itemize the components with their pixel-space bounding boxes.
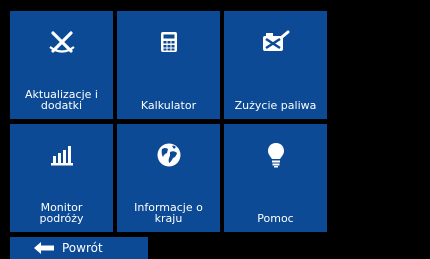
calculator-icon xyxy=(117,28,220,56)
tile-trip-monitor[interactable]: Monitor podróży xyxy=(10,124,113,232)
tile-country-info[interactable]: Informacje o kraju xyxy=(117,124,220,232)
tile-trip-monitor-label: Monitor podróży xyxy=(39,201,84,225)
tile-calculator-label: Kalkulator xyxy=(140,99,197,112)
trip-monitor-bar-chart-icon xyxy=(10,141,113,169)
tile-calculator[interactable]: Kalkulator xyxy=(117,11,220,119)
tile-help[interactable]: Pomoc xyxy=(224,124,327,232)
fuel-consumption-icon xyxy=(224,28,327,56)
tile-fuel-consumption[interactable]: Zużycie paliwa xyxy=(224,11,327,119)
tile-help-label: Pomoc xyxy=(257,212,294,225)
lightbulb-icon xyxy=(224,141,327,169)
menu-screen: Aktualizacje i dodatki Kalkulator Zużyci… xyxy=(0,0,430,259)
tile-fuel-consumption-label: Zużycie paliwa xyxy=(234,99,317,112)
tools-update-icon xyxy=(10,28,113,56)
tile-country-info-label: Informacje o kraju xyxy=(134,201,203,225)
back-button[interactable]: Powrót xyxy=(10,237,148,259)
back-button-label: Powrót xyxy=(62,241,103,255)
tile-updates-addons[interactable]: Aktualizacje i dodatki xyxy=(10,11,113,119)
back-arrow-icon xyxy=(34,242,54,254)
tile-updates-addons-label: Aktualizacje i dodatki xyxy=(25,88,98,112)
globe-icon xyxy=(117,141,220,169)
